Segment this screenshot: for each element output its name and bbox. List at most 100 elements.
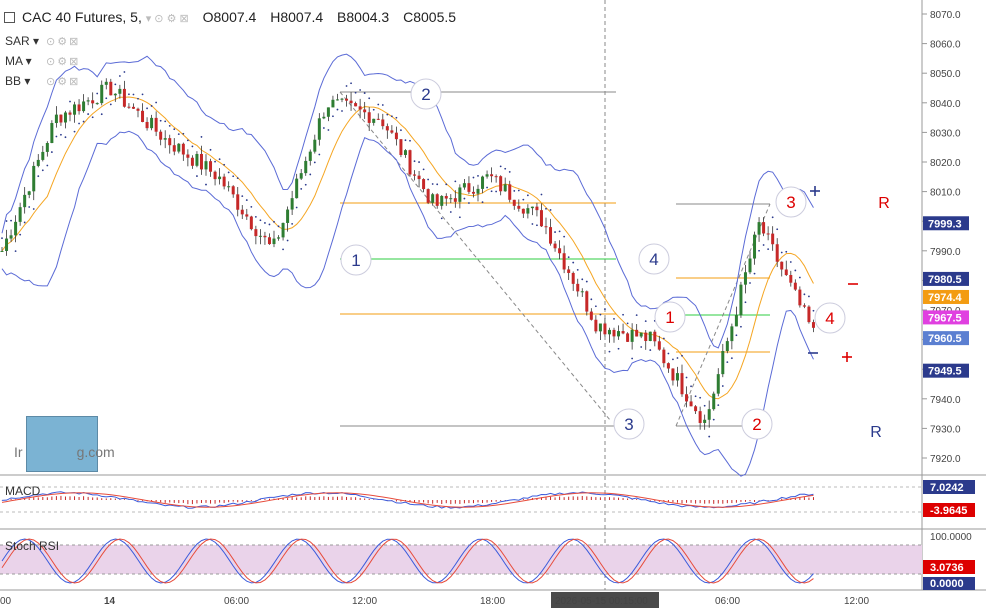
indicator-ma[interactable]: MA ▾ <box>5 54 32 68</box>
candle-body <box>113 93 117 96</box>
ohlc-close: C8005.5 <box>403 9 457 25</box>
sar-dot <box>730 357 733 360</box>
sar-dot <box>803 293 806 296</box>
candle-body <box>734 315 738 327</box>
candle-body <box>122 88 126 107</box>
sar-dot <box>50 151 53 153</box>
sar-dot <box>771 216 774 219</box>
sar-dot <box>808 295 810 298</box>
sar-dot <box>291 222 294 225</box>
sar-dot <box>567 256 570 259</box>
candle-body <box>286 209 290 223</box>
candle-body <box>748 258 752 273</box>
candle-body <box>449 198 453 200</box>
candle-body <box>662 349 666 364</box>
sar-dot <box>250 205 253 208</box>
sar-dot <box>481 201 484 204</box>
sar-dot <box>404 139 407 142</box>
sar-dot <box>350 82 352 85</box>
candle-body <box>784 269 788 276</box>
macd-value: 7.0242 <box>930 482 964 494</box>
wave-label-red-3: 3 <box>786 193 795 212</box>
candle-body <box>204 161 208 170</box>
signal-line <box>1 492 814 508</box>
candle-body <box>408 150 412 175</box>
candle-body <box>607 329 611 335</box>
candle-body <box>508 184 512 200</box>
candle-body <box>372 118 376 123</box>
sar-dot <box>767 248 770 251</box>
price-tag-label: 7967.5 <box>928 312 962 324</box>
candle-body <box>535 206 539 211</box>
sar-dot <box>322 127 325 129</box>
time-label: 18:00 <box>480 596 505 607</box>
collapse-icon[interactable] <box>4 12 15 23</box>
sar-dot <box>427 178 430 181</box>
candle-body <box>526 208 530 214</box>
sar-dot <box>386 113 389 116</box>
sar-dot <box>590 298 593 301</box>
sar-dot <box>259 219 262 222</box>
sar-dot <box>218 158 221 161</box>
rsi-value: 3.0736 <box>930 562 964 574</box>
candle-body <box>481 176 485 189</box>
candle-body <box>5 238 9 251</box>
candle-body <box>127 106 131 108</box>
sar-dot <box>490 190 493 193</box>
time-label: 00 <box>0 596 12 607</box>
candle-body <box>698 411 702 423</box>
sar-dot <box>73 130 76 133</box>
candle-body <box>54 114 58 124</box>
candle-body <box>403 150 407 155</box>
sar-dot <box>522 198 525 201</box>
sar-dot <box>472 176 475 179</box>
candle-body <box>326 107 330 117</box>
sar-dot <box>336 108 339 111</box>
candle-body <box>136 108 140 111</box>
price-tags: 7999.3 7980.5 7974.4 7967.5 7960.5 7949.5 <box>923 216 969 378</box>
candle-body <box>780 261 784 270</box>
ohlc-high: H8007.4 <box>270 9 324 25</box>
candle-body <box>367 112 371 123</box>
sar-dot <box>703 404 706 407</box>
candle-body <box>376 118 380 120</box>
sar-dot <box>685 376 688 379</box>
candle-body <box>141 110 145 122</box>
indicator-sar[interactable]: SAR ▾ <box>5 34 39 48</box>
candle-body <box>335 99 339 101</box>
sar-dot <box>209 148 212 151</box>
price-axis: 8070.0 8060.0 8050.0 8040.0 8030.0 8020.0 8010… <box>922 10 961 465</box>
candle-body <box>195 153 199 166</box>
candle-body <box>530 206 534 209</box>
wave-label-red-2: 2 <box>752 415 761 434</box>
candle-body <box>553 243 557 249</box>
sar-dot <box>236 177 239 180</box>
candle-body <box>644 332 648 341</box>
candle-body <box>689 401 693 407</box>
candle-body <box>9 235 13 239</box>
indicator-controls[interactable]: ⊙⚙⊠ <box>46 75 80 88</box>
indicator-macd[interactable]: MACD <box>5 484 40 498</box>
sar-dot <box>622 313 624 316</box>
indicator-controls[interactable]: ⊙⚙⊠ <box>46 35 80 48</box>
sar-dot <box>390 115 393 118</box>
sar-dot <box>726 361 729 364</box>
candle-body <box>793 282 797 290</box>
candle-body <box>91 100 95 104</box>
sar-dot <box>327 129 330 131</box>
candle-body <box>59 114 63 123</box>
sar-dot <box>91 116 94 119</box>
indicator-controls[interactable]: ⊙⚙⊠ <box>46 55 80 68</box>
sar-dot <box>431 183 434 185</box>
symbol-title[interactable]: CAC 40 Futures, 5, <box>22 9 142 25</box>
candle-body <box>272 238 276 245</box>
sar-dot <box>458 216 461 219</box>
sar-dot <box>517 189 520 192</box>
candle-body <box>399 139 403 155</box>
indicator-bb[interactable]: BB ▾ <box>5 74 30 88</box>
sar-dot <box>10 219 12 222</box>
sar-dot <box>409 139 411 142</box>
time-label: 06:00 <box>224 596 249 607</box>
sar-dot <box>232 175 235 178</box>
indicator-stoch-rsi[interactable]: Stoch RSI <box>5 539 59 553</box>
